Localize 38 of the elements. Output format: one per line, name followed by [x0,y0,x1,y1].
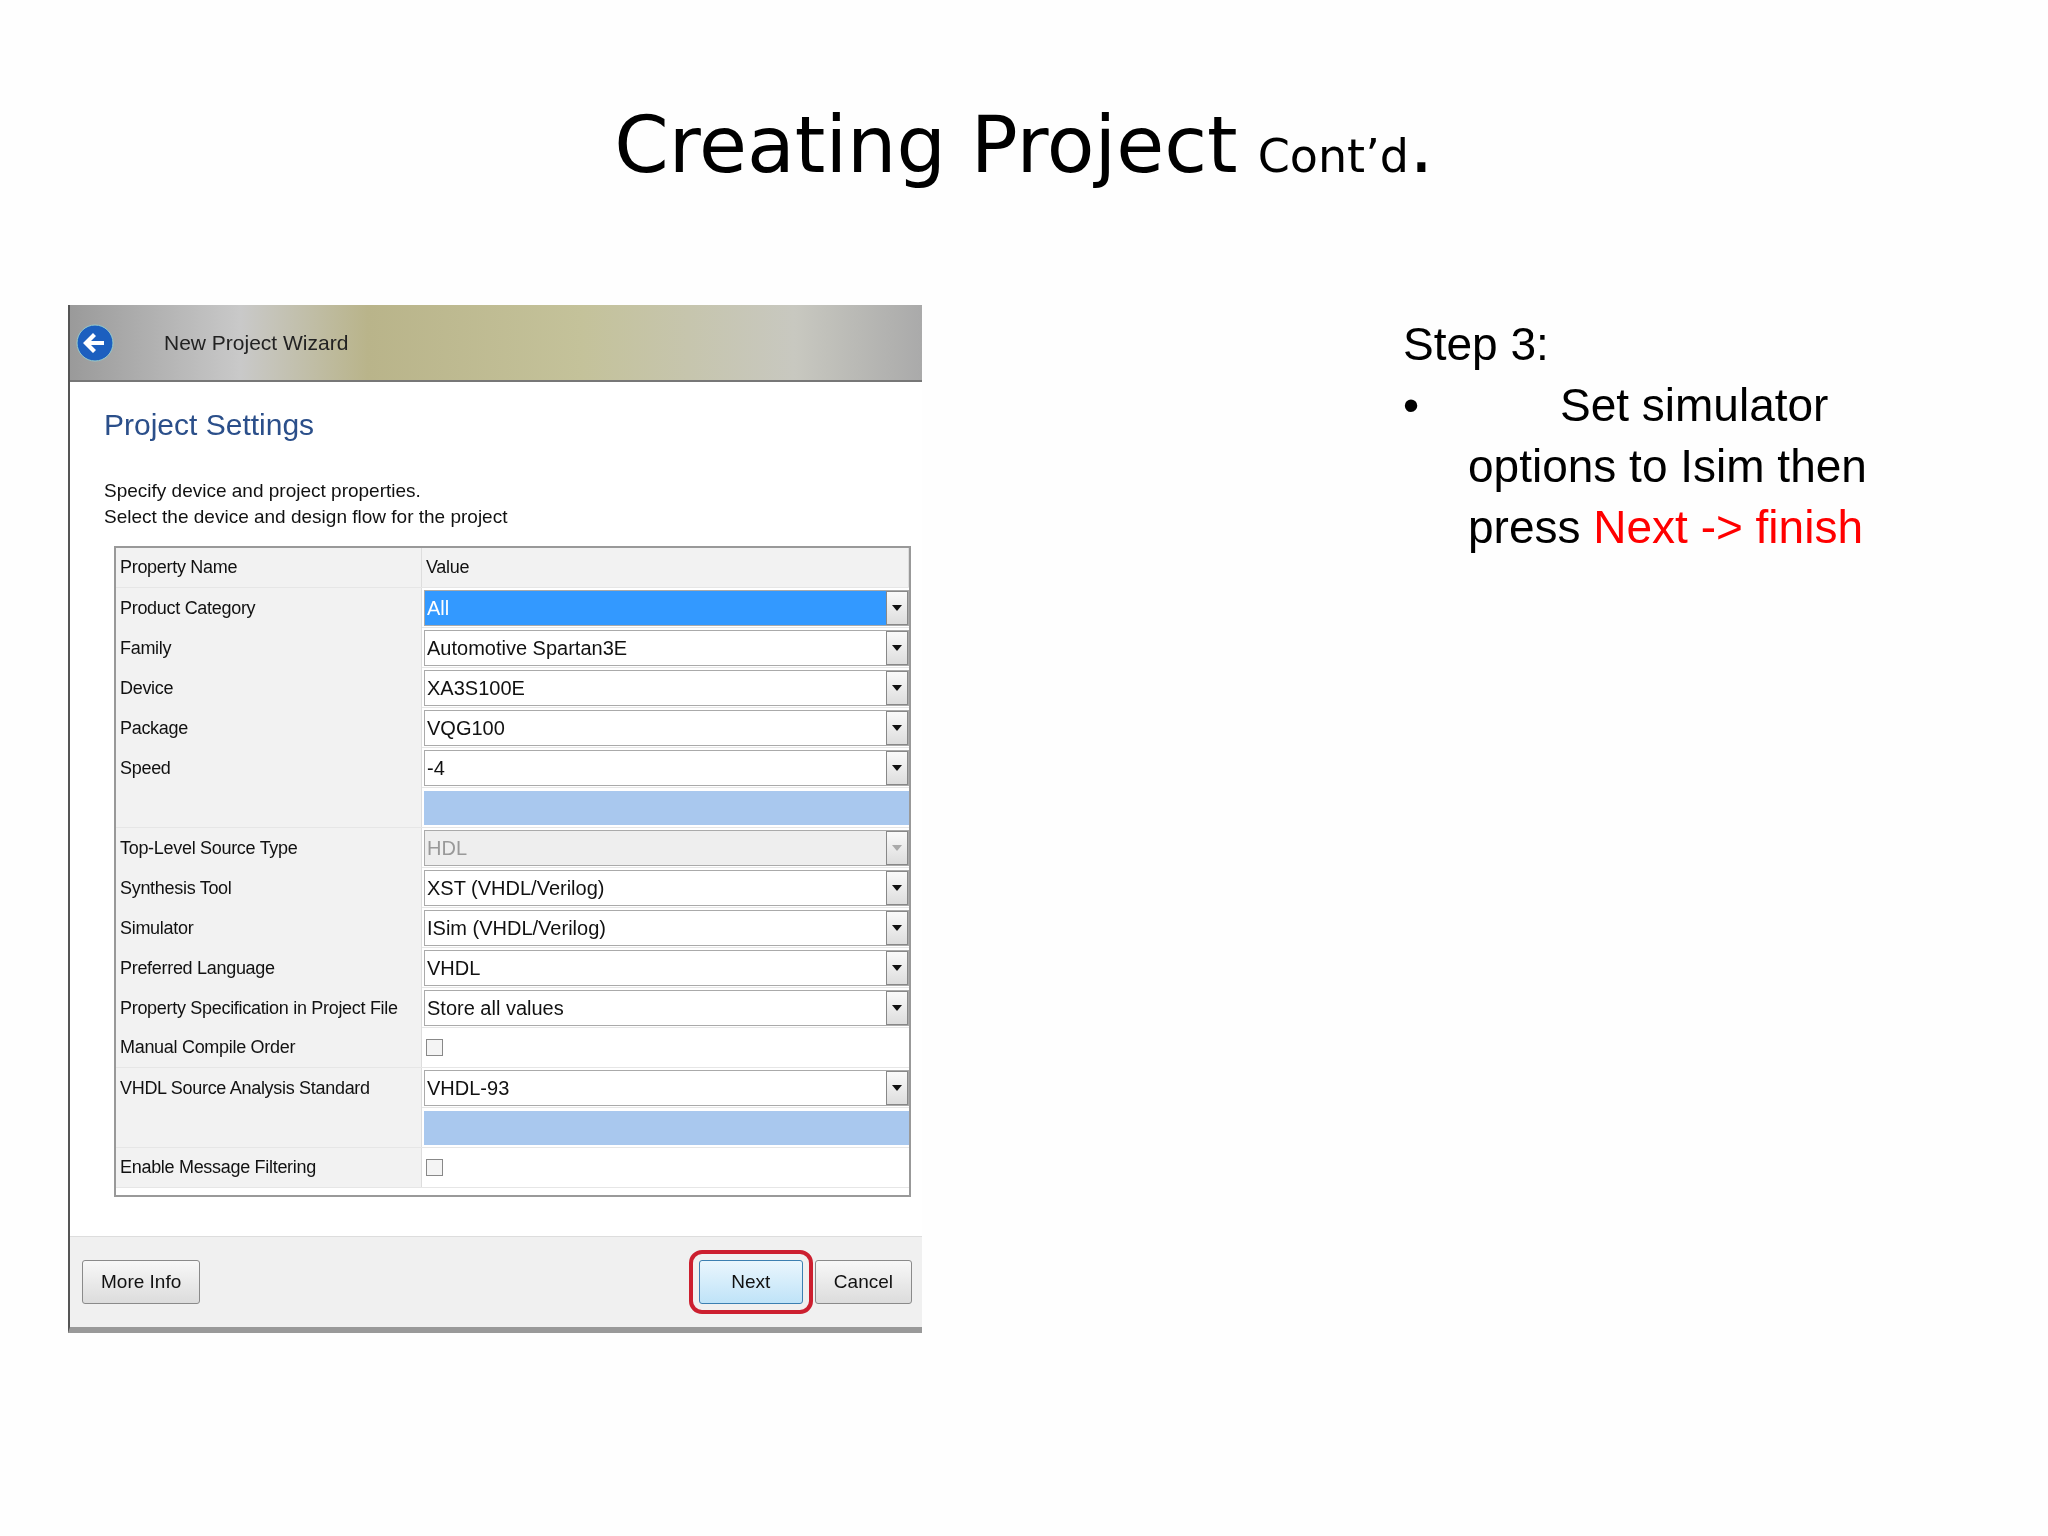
checkbox[interactable] [426,1039,443,1056]
column-header: Value [422,548,909,587]
slide-title: Creating Project [614,100,1238,190]
dropdown-field[interactable]: XA3S100E [424,670,909,706]
dropdown-field[interactable]: Automotive Spartan3E [424,630,909,666]
page-heading: Project Settings [104,408,316,442]
column-header: Property Name [116,548,422,587]
property-name: Preferred Language [116,948,422,988]
property-name: Family [116,628,422,668]
property-name: Property Specification in Project File [116,988,422,1028]
bullet-text: Set simulator options to Isim then press Next -> finish [1468,378,1868,555]
description-text: Specify device and project properties. [104,480,422,502]
dialog-button[interactable]: More Info [82,1260,201,1304]
dropdown-field[interactable]: VQG100 [424,710,909,746]
window-title: New Project Wizard [164,330,349,355]
dropdown-field[interactable]: XST (VHDL/Verilog) [424,870,909,906]
property-name: Enable Message Filtering [116,1148,422,1187]
title-suffix: Cont’d [1257,129,1409,183]
step-heading: Step 3: [1403,317,1550,371]
property-name: Product Category [116,588,422,628]
property-name: Package [116,708,422,748]
title-period: . [1408,100,1434,190]
property-name: Top-Level Source Type [116,828,422,868]
bullet-mark: • [1403,378,1421,433]
property-name: Synthesis Tool [116,868,422,908]
dropdown-field[interactable]: Store all values [424,990,909,1026]
dropdown-field[interactable]: ISim (VHDL/Verilog) [424,910,909,946]
property-name: Manual Compile Order [116,1028,422,1067]
property-name: VHDL Source Analysis Standard [116,1068,422,1108]
property-name: Simulator [116,908,422,948]
property-name: Device [116,668,422,708]
description-text: Select the device and design flow for the project [104,506,509,528]
dropdown-field[interactable]: VHDL-93 [424,1070,909,1106]
property-name: Speed [116,748,422,788]
dropdown-field[interactable]: -4 [424,750,909,786]
checkbox[interactable] [426,1159,443,1176]
dropdown-field[interactable]: VHDL [424,950,909,986]
dialog-button[interactable]: Cancel [814,1260,912,1304]
